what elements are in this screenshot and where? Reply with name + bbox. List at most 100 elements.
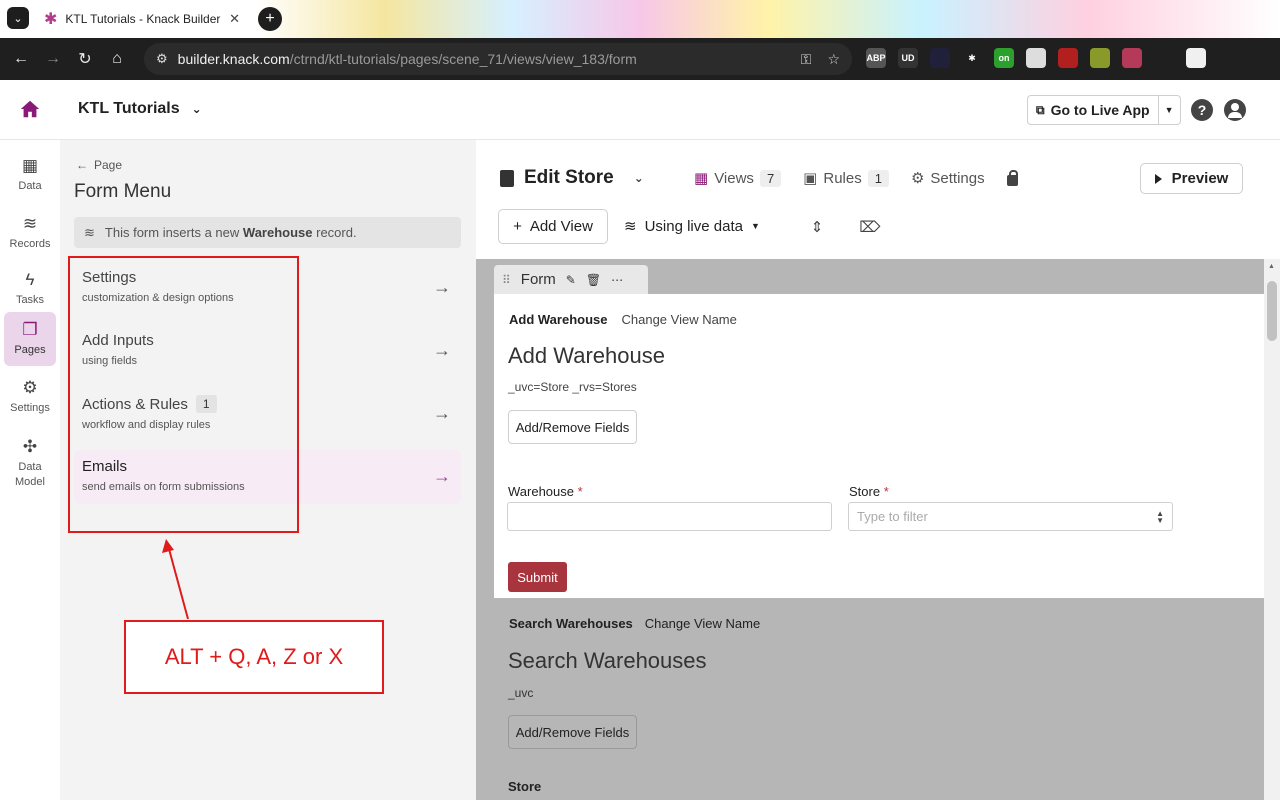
tab-rules[interactable]: ▣ Rules 1 (803, 169, 889, 187)
form-info-banner: ≋ This form inserts a new Warehouse reco… (74, 217, 461, 248)
page-canvas: ⠿ Form ✎ 🗑 ⋯ Add Warehouse Change View N… (476, 259, 1280, 800)
ext-window-icon[interactable] (1026, 48, 1046, 68)
change-view-name-link[interactable]: Change View Name (621, 312, 736, 327)
annotation-arrow (162, 539, 189, 620)
user-account-icon[interactable] (1224, 99, 1246, 121)
rail-item-data[interactable]: ▦ Data (4, 148, 56, 202)
help-icon[interactable]: ? (1191, 99, 1213, 121)
browser-tab-title: KTL Tutorials - Knack Builder (65, 12, 221, 26)
tab-views[interactable]: ▦ Views 7 (694, 169, 782, 187)
live-app-dropdown-button[interactable]: ▼ (1157, 96, 1180, 124)
view-name: Search Warehouses (509, 616, 633, 631)
search-title: Search Warehouses (508, 648, 707, 673)
form-view-tab[interactable]: ⠿ Form ✎ 🗑 ⋯ (494, 265, 648, 294)
password-key-icon[interactable]: ⚿ (801, 51, 812, 68)
rail-item-label: Data Model (15, 461, 45, 488)
more-options-icon[interactable]: ⋯ (611, 273, 623, 287)
ext-yellow-icon[interactable] (1090, 48, 1110, 68)
app-name: KTL Tutorials (78, 100, 180, 117)
tab-settings[interactable]: ⚙ Settings (910, 169, 985, 188)
highlight-annotation-box (68, 256, 299, 533)
back-to-page-link[interactable]: ← Page (76, 158, 122, 172)
submit-button[interactable]: Submit (508, 562, 567, 592)
views-count-badge: 7 (759, 169, 782, 187)
add-remove-fields-button[interactable]: Add/Remove Fields (508, 410, 637, 444)
play-icon (1154, 173, 1162, 184)
reload-icon[interactable]: ↻ (69, 43, 101, 75)
drag-handle-icon[interactable]: ⠿ (502, 273, 511, 287)
gear-icon: ⚙ (910, 170, 925, 187)
store-select[interactable]: Type to filter ▲ ▼ (848, 502, 1173, 531)
updown-caret-icon: ▲ ▼ (1156, 508, 1164, 525)
home-icon[interactable]: ⌂ (101, 43, 133, 75)
back-arrow-icon[interactable]: ← (5, 43, 37, 75)
scrollbar-thumb[interactable] (1267, 281, 1277, 341)
view-name: Add Warehouse (509, 312, 608, 327)
rail-item-data-model[interactable]: ✣ Data Model (4, 432, 56, 496)
ext-red-icon[interactable] (1058, 48, 1078, 68)
add-view-button[interactable]: + Add View (498, 209, 608, 244)
canvas-scrollbar[interactable]: ▲ (1264, 259, 1280, 800)
preview-button[interactable]: Preview (1140, 163, 1243, 194)
bookmark-star-icon[interactable]: ☆ (827, 51, 840, 68)
ext-redblue-icon[interactable] (1122, 48, 1142, 68)
editor-tabs: ▦ Views 7 ▣ Rules 1 ⚙ Settings (694, 169, 1018, 187)
add-remove-fields-button[interactable]: Add/Remove Fields (508, 715, 637, 749)
profile-avatar-icon[interactable] (1186, 48, 1206, 68)
form-description: _uvc=Store _rvs=Stores (508, 380, 637, 394)
live-data-dropdown[interactable]: ≋ Using live data ▼ (624, 217, 760, 236)
arrow-left-icon: ← (76, 158, 88, 172)
ext-on-icon[interactable]: on (994, 48, 1014, 68)
trash-icon[interactable]: 🗑 (586, 273, 601, 287)
left-nav-rail: ▦ Data ≋ Records ϟ Tasks ❐ Pages ⚙ Settings ✣ Data … (0, 140, 60, 800)
store-field-label: Store * (849, 484, 889, 499)
form-view[interactable]: Add Warehouse Change View Name Add Wareh… (494, 294, 1264, 598)
search-view[interactable]: Search Warehouses Change View Name Searc… (494, 598, 1264, 800)
go-to-live-app-button[interactable]: ⧉ Go to Live App ▼ (1027, 95, 1181, 125)
rail-item-label: Tasks (15, 293, 45, 306)
tag-icon[interactable]: ⌦ (859, 218, 880, 236)
views-icon: ▦ (694, 170, 709, 187)
rail-item-pages[interactable]: ❐ Pages (4, 312, 56, 366)
rail-item-settings[interactable]: ⚙ Settings (4, 370, 56, 424)
plus-icon: + (513, 218, 522, 235)
site-info-icon[interactable]: ⚙ (156, 51, 168, 67)
page-title-dropdown[interactable]: Edit Store ⌄ (500, 167, 644, 189)
settings-icon: ⚙ (22, 377, 38, 397)
address-bar[interactable]: ⚙ builder.knack.com/ctrnd/ktl-tutorials/… (144, 43, 852, 75)
arrow-right-icon: → (433, 340, 451, 360)
expand-vertical-icon[interactable]: ⇕ (808, 218, 826, 236)
tab-search-button[interactable]: ⌄ (7, 7, 29, 29)
rail-item-label: Settings (10, 401, 50, 414)
change-view-name-link[interactable]: Change View Name (645, 616, 760, 631)
ext-dark-icon[interactable] (930, 48, 950, 68)
document-icon (500, 169, 514, 187)
home-icon[interactable] (19, 98, 41, 120)
close-icon[interactable]: ✕ (229, 11, 240, 27)
url-text[interactable]: builder.knack.com/ctrnd/ktl-tutorials/pa… (178, 51, 785, 67)
extensions-puzzle-icon[interactable] (1154, 48, 1174, 68)
browser-tab-strip: ⌄ ✱ KTL Tutorials - Knack Builder ✕ + (0, 0, 1280, 38)
rail-item-records[interactable]: ≋ Records (4, 206, 56, 260)
chevron-down-icon: ⌄ (191, 102, 202, 116)
browser-tab-active[interactable]: ✱ KTL Tutorials - Knack Builder ✕ (36, 4, 248, 34)
data-model-icon: ✣ (22, 437, 38, 456)
search-description: _uvc (508, 686, 534, 700)
arrow-right-icon: → (433, 403, 451, 423)
caret-down-icon: ▼ (750, 221, 760, 231)
rail-item-tasks[interactable]: ϟ Tasks (4, 262, 56, 316)
edit-pencil-icon[interactable]: ✎ (566, 273, 576, 287)
database-icon: ≋ (624, 218, 637, 235)
page-editor: Edit Store ⌄ ▦ Views 7 ▣ Rules 1 ⚙ Setti… (476, 140, 1280, 800)
ublock-icon[interactable]: UD (898, 48, 918, 68)
forward-arrow-icon[interactable]: → (37, 43, 69, 75)
app-switcher[interactable]: KTL Tutorials ⌄ (78, 100, 202, 118)
browser-toolbar: ← → ↻ ⌂ ⚙ builder.knack.com/ctrnd/ktl-tu… (0, 38, 1280, 80)
adblock-icon[interactable]: ABP (866, 48, 886, 68)
warehouse-input[interactable] (507, 502, 832, 531)
ext-green-star-icon[interactable]: ✱ (962, 48, 982, 68)
scroll-up-icon[interactable]: ▲ (1268, 263, 1275, 270)
rules-chip-icon: ▣ (803, 170, 818, 187)
lock-icon[interactable] (1006, 169, 1018, 186)
new-tab-button[interactable]: + (258, 7, 282, 31)
